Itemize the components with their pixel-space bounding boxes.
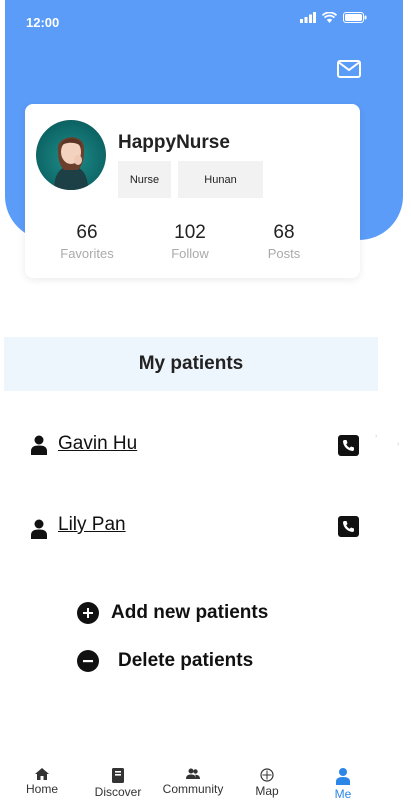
stat-follow[interactable]: 102 Follow — [145, 222, 235, 261]
status-time: 12:00 — [26, 15, 60, 30]
tab-map[interactable]: Map — [249, 768, 285, 798]
tab-home-label: Home — [25, 782, 58, 796]
patient-row[interactable]: Lily Pan — [0, 506, 411, 546]
user-name: HappyNurse — [118, 132, 230, 153]
book-icon — [112, 768, 124, 783]
minus-circle-icon — [77, 650, 99, 672]
wifi-icon — [322, 12, 337, 23]
phone-icon — [338, 435, 359, 456]
person-icon — [336, 768, 350, 785]
plus-circle-icon — [77, 602, 99, 624]
add-patient-label: Add new patients — [111, 602, 269, 623]
delete-patient-button[interactable]: Delete patients — [77, 650, 253, 672]
tab-map-label: Map — [255, 784, 279, 798]
compass-icon — [260, 768, 274, 782]
tab-discover-label: Discover — [94, 785, 142, 799]
stat-favorites[interactable]: 66 Favorites — [42, 222, 132, 261]
profile-card: HappyNurse Nurse Hunan 66 Favorites 102 … — [25, 104, 360, 278]
stat-posts[interactable]: 68 Posts — [239, 222, 329, 261]
tab-community[interactable]: Community — [161, 768, 225, 796]
home-icon — [35, 768, 49, 780]
stat-follow-label: Follow — [171, 246, 209, 261]
people-icon — [186, 768, 200, 779]
tab-community-label: Community — [162, 782, 224, 796]
person-icon — [31, 435, 47, 455]
stat-posts-value: 68 — [273, 222, 295, 243]
mail-icon — [337, 60, 361, 78]
avatar[interactable] — [36, 120, 106, 190]
tab-me-label: Me — [334, 787, 352, 801]
tab-discover[interactable]: Discover — [91, 768, 145, 799]
mail-button[interactable] — [336, 58, 362, 80]
patient-name[interactable]: Lily Pan — [58, 514, 126, 536]
chevron-right-icon: › — [397, 441, 400, 448]
tab-home[interactable]: Home — [22, 768, 62, 796]
stat-favorites-label: Favorites — [60, 246, 114, 261]
stat-posts-label: Posts — [267, 246, 301, 261]
tab-me[interactable]: Me — [328, 768, 358, 801]
status-icons — [300, 12, 367, 23]
stat-favorites-value: 66 — [76, 222, 98, 243]
add-patient-button[interactable]: Add new patients — [77, 602, 268, 624]
avatar-portrait — [54, 137, 88, 190]
region-tag: Hunan — [178, 161, 263, 198]
chevron-right-icon: › — [375, 433, 378, 440]
role-tag: Nurse — [118, 161, 171, 198]
signal-icon — [300, 12, 316, 23]
delete-patient-label: Delete patients — [118, 650, 254, 671]
person-icon — [31, 519, 47, 539]
patient-name[interactable]: Gavin Hu — [58, 433, 137, 455]
battery-icon — [343, 12, 367, 23]
section-title: My patients — [4, 337, 378, 391]
tab-bar: Home Discover Community Map Me — [0, 760, 411, 812]
call-button[interactable] — [338, 516, 359, 537]
patient-row[interactable]: Gavin Hu › › — [0, 425, 411, 465]
call-button[interactable] — [338, 435, 359, 456]
stat-follow-value: 102 — [174, 222, 206, 243]
phone-icon — [338, 516, 359, 537]
